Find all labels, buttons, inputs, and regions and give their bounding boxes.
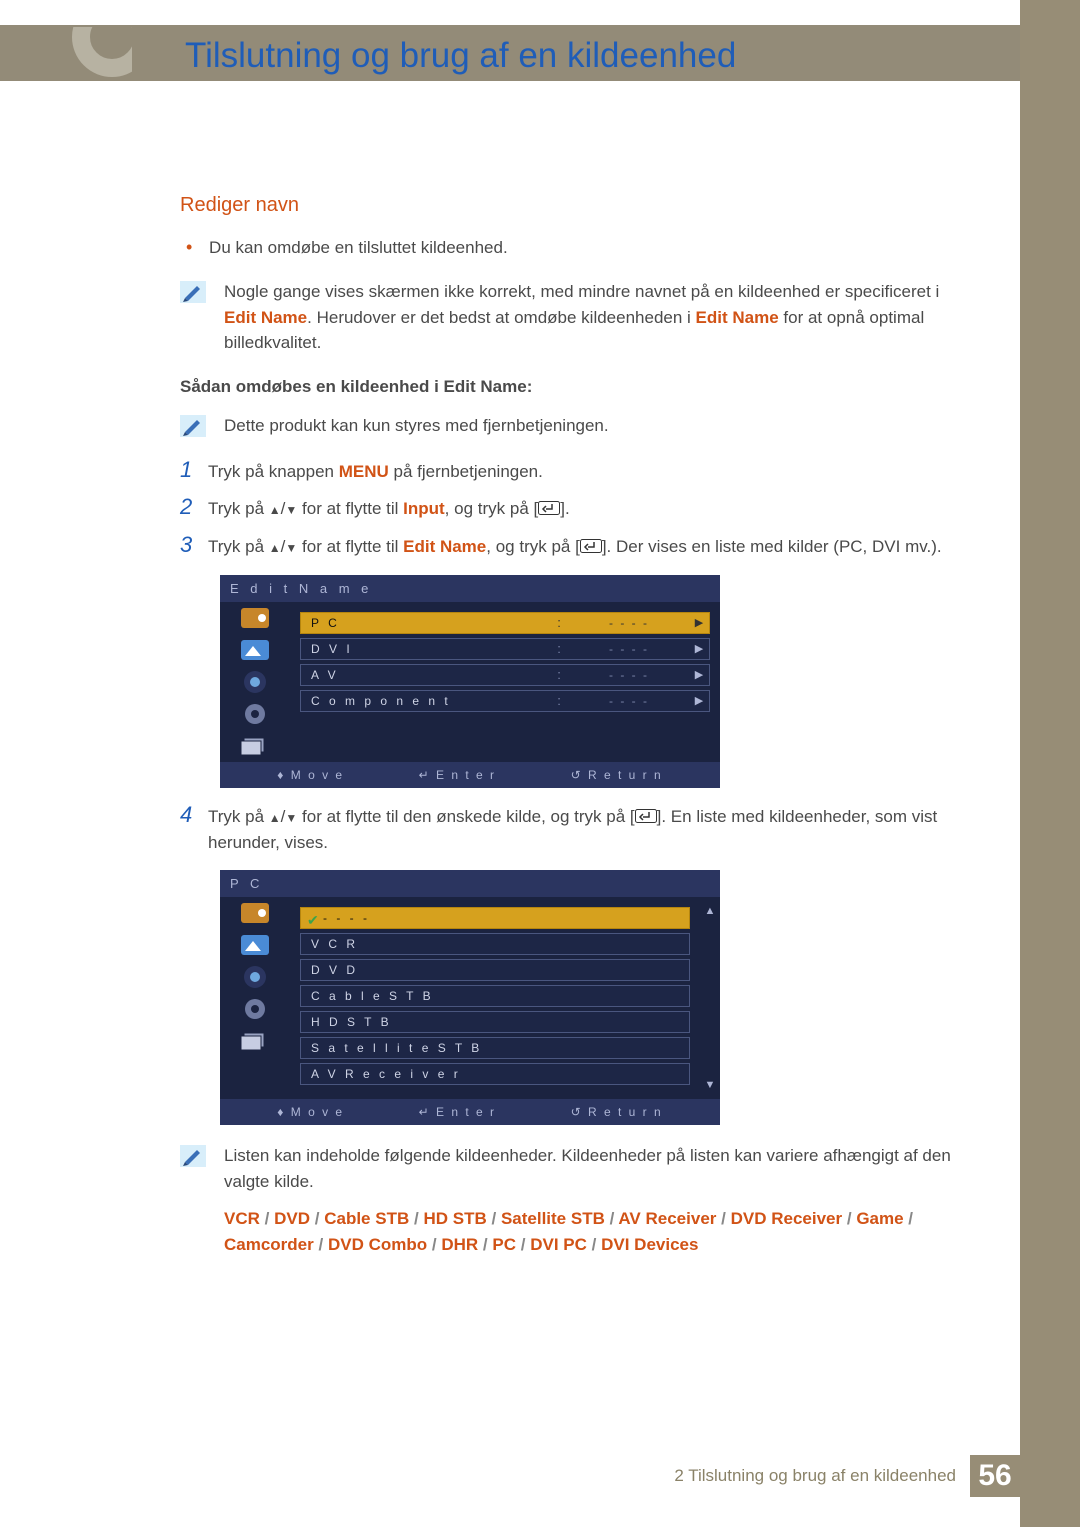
- osd-setup-icon: [220, 993, 290, 1025]
- osd-row: D V D: [300, 959, 690, 981]
- step-text: Tryk på ▲/▼ for at flytte til Edit Name,…: [208, 532, 970, 560]
- scroll-up-icon: ▲: [705, 903, 716, 920]
- osd-icon-column: [220, 602, 290, 762]
- osd-sound-icon: [220, 666, 290, 698]
- osd-footer: ♦ M o v e ↵ E n t e r ↺ R e t u r n: [220, 1099, 720, 1125]
- osd-row: A V R e c e i v e r: [300, 1063, 690, 1085]
- osd-rows: P C:- - - -▶ D V I:- - - -▶ A V:- - - -▶ C …: [290, 602, 720, 762]
- osd-row: C o m p o n e n t:- - - -▶: [300, 690, 710, 712]
- note-pencil-icon: [180, 1145, 206, 1167]
- osd-row: D V I:- - - -▶: [300, 638, 710, 660]
- osd-footer-return: ↺ R e t u r n: [571, 766, 663, 784]
- osd-footer-enter: ↵ E n t e r: [419, 766, 496, 784]
- note-text: Dette produkt kan kun styres med fjernbe…: [224, 413, 609, 439]
- side-stripe: [1020, 0, 1080, 1527]
- osd-sound-icon: [220, 961, 290, 993]
- chapter-circle-icon: [72, 27, 132, 79]
- osd-footer: ♦ M o v e ↵ E n t e r ↺ R e t u r n: [220, 762, 720, 788]
- step-item: 3 Tryk på ▲/▼ for at flytte til Edit Nam…: [180, 532, 970, 560]
- osd-source-icon: [220, 897, 290, 929]
- scroll-down-icon: ▼: [705, 1077, 716, 1094]
- osd-row: H D S T B: [300, 1011, 690, 1033]
- step-number: 3: [180, 532, 208, 558]
- osd-icon-column: [220, 897, 290, 1099]
- note-text: Nogle gange vises skærmen ikke korrekt, …: [224, 279, 970, 356]
- osd-title: P C: [220, 870, 720, 898]
- page-footer: 2 Tilslutning og brug af en kildeenhed 5…: [674, 1455, 1020, 1497]
- bullet-dot-icon: •: [186, 237, 192, 257]
- note-pencil-icon: [180, 415, 206, 437]
- osd-screenshot-pc-list: P C ✔- - - - V C R D V D C a b l e S T B H D…: [220, 870, 720, 1126]
- up-arrow-icon: ▲: [269, 539, 281, 557]
- note-pencil-icon: [180, 281, 206, 303]
- main-content: Rediger navn • Du kan omdøbe en tilslutt…: [180, 190, 970, 1275]
- note-text: Listen kan indeholde følgende kildeenhed…: [224, 1143, 970, 1257]
- enter-icon: [538, 497, 560, 523]
- osd-footer-return: ↺ R e t u r n: [571, 1103, 663, 1121]
- osd-rows: ✔- - - - V C R D V D C a b l e S T B H D S T…: [290, 897, 700, 1099]
- step-item: 2 Tryk på ▲/▼ for at flytte til Input, o…: [180, 494, 970, 522]
- device-list: VCR / DVD / Cable STB / HD STB / Satelli…: [224, 1206, 970, 1257]
- down-arrow-icon: ▼: [285, 501, 297, 519]
- enter-icon: [580, 535, 602, 561]
- osd-source-icon: [220, 602, 290, 634]
- up-arrow-icon: ▲: [269, 501, 281, 519]
- step-number: 1: [180, 457, 208, 483]
- osd-row: P C:- - - -▶: [300, 612, 710, 634]
- osd-scrollbar: ▲ ▼: [700, 897, 720, 1099]
- note-block: Dette produkt kan kun styres med fjernbe…: [180, 413, 970, 439]
- sub-heading: Sådan omdøbes en kildeenhed i Edit Name:: [180, 374, 970, 400]
- enter-icon: [635, 805, 657, 831]
- osd-multi-icon: [220, 730, 290, 762]
- step-text: Tryk på ▲/▼ for at flytte til Input, og …: [208, 494, 970, 522]
- osd-row: A V:- - - -▶: [300, 664, 710, 686]
- osd-setup-icon: [220, 698, 290, 730]
- step-text: Tryk på knappen MENU på fjernbetjeningen…: [208, 457, 970, 485]
- step-number: 4: [180, 802, 208, 828]
- osd-row: S a t e l l i t e S T B: [300, 1037, 690, 1059]
- osd-row: V C R: [300, 933, 690, 955]
- note-block: Listen kan indeholde følgende kildeenhed…: [180, 1143, 970, 1257]
- footer-page-number: 56: [970, 1455, 1020, 1497]
- section-heading: Rediger navn: [180, 190, 970, 220]
- step-number: 2: [180, 494, 208, 520]
- osd-picture-icon: [220, 634, 290, 666]
- bullet-item: • Du kan omdøbe en tilsluttet kildeenhed…: [186, 234, 970, 261]
- osd-row: C a b l e S T B: [300, 985, 690, 1007]
- down-arrow-icon: ▼: [285, 809, 297, 827]
- up-arrow-icon: ▲: [269, 809, 281, 827]
- page-title: Tilslutning og brug af en kildeenhed: [185, 36, 736, 76]
- osd-picture-icon: [220, 929, 290, 961]
- note-block: Nogle gange vises skærmen ikke korrekt, …: [180, 279, 970, 356]
- step-item: 1 Tryk på knappen MENU på fjernbetjening…: [180, 457, 970, 485]
- osd-multi-icon: [220, 1025, 290, 1057]
- footer-chapter: 2 Tilslutning og brug af en kildeenhed: [674, 1466, 956, 1486]
- down-arrow-icon: ▼: [285, 539, 297, 557]
- step-item: 4 Tryk på ▲/▼ for at flytte til den ønsk…: [180, 802, 970, 856]
- step-text: Tryk på ▲/▼ for at flytte til den ønsked…: [208, 802, 970, 856]
- osd-footer-enter: ↵ E n t e r: [419, 1103, 496, 1121]
- osd-footer-move: ♦ M o v e: [277, 766, 344, 784]
- osd-footer-move: ♦ M o v e: [277, 1103, 344, 1121]
- osd-title: E d i t N a m e: [220, 575, 720, 603]
- bullet-text: Du kan omdøbe en tilsluttet kildeenhed.: [209, 238, 508, 257]
- osd-row: ✔- - - -: [300, 907, 690, 929]
- osd-screenshot-edit-name: E d i t N a m e P C:- - - -▶ D V I:- - - …: [220, 575, 720, 789]
